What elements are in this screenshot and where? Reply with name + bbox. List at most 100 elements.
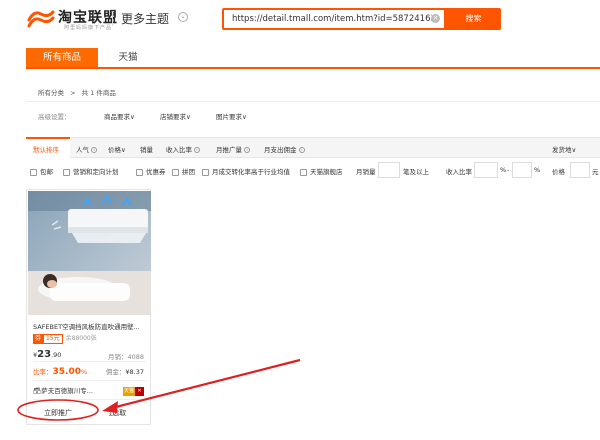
price-label: 价格 bbox=[552, 168, 565, 176]
range-dash: - bbox=[507, 166, 510, 174]
info-icon: i bbox=[194, 147, 200, 153]
checkbox-free-shipping[interactable]: 包邮 bbox=[30, 166, 53, 176]
sort-popularity[interactable]: 人气 i bbox=[76, 144, 97, 154]
tab-tmall[interactable]: 天猫 bbox=[98, 48, 158, 67]
monthly-sales-value: 4088 bbox=[127, 353, 144, 361]
income-ratio-max-input[interactable] bbox=[512, 162, 532, 178]
dropdown-image-requirements[interactable]: 图片要求∨ bbox=[216, 111, 247, 121]
checkbox-label: 包邮 bbox=[40, 168, 53, 176]
sort-monthly-commission-label: 月支出佣金 bbox=[264, 146, 297, 154]
brand-subtitle: 阿里妈妈旗下产品 bbox=[64, 25, 113, 31]
commission-ratio: 比率：35.00% bbox=[33, 366, 87, 377]
commission-value: 8.37 bbox=[129, 368, 144, 376]
tmall-cat-icon: ✕ bbox=[135, 387, 144, 396]
card-divider bbox=[33, 399, 146, 400]
clear-icon[interactable]: × bbox=[431, 14, 440, 23]
ratio-value: 35.00 bbox=[52, 367, 81, 377]
checkbox-box[interactable] bbox=[300, 168, 307, 176]
product-tabs: 所有商品 天猫 bbox=[26, 48, 600, 69]
advanced-filters: 高级设置： 商品要求∨ 店铺要求∨ 图片要求∨ bbox=[26, 107, 600, 125]
checkbox-box[interactable] bbox=[172, 168, 179, 176]
page-title: 更多主题 bbox=[121, 12, 170, 26]
product-title[interactable]: SAFEBET空调挡风板防直吹通用壁... bbox=[33, 321, 146, 331]
header: 淘宝联盟 阿里妈妈旗下产品 更多主题 ⌄ https://detail.tmal… bbox=[0, 0, 600, 36]
store-name[interactable]: 🗃萨夫百德旗川专... bbox=[33, 385, 93, 395]
promote-now-button[interactable]: 立即推广 bbox=[33, 406, 83, 420]
dropdown-store-requirements[interactable]: 店铺要求∨ bbox=[160, 111, 191, 121]
breadcrumb: 所有分类 > 共 1 件商品 bbox=[38, 87, 120, 97]
price-decimal: .90 bbox=[51, 351, 62, 359]
breadcrumb-root[interactable]: 所有分类 bbox=[38, 89, 64, 97]
checkbox-label: 营销和定向计划 bbox=[73, 168, 119, 176]
breadcrumb-separator: > bbox=[70, 89, 76, 97]
checkbox-coupon[interactable]: 优惠券 bbox=[136, 166, 166, 176]
product-card[interactable]: SAFEBET空调挡风板防直吹通用壁... 券 15元 余88000张 ¥23.90… bbox=[26, 189, 151, 425]
coupon-tag: 券 bbox=[33, 334, 44, 344]
product-price: ¥23.90 bbox=[33, 349, 61, 360]
info-icon: i bbox=[244, 147, 250, 153]
store-name-text[interactable]: 萨夫百德旗川专... bbox=[41, 387, 93, 395]
result-count: 共 1 件商品 bbox=[81, 89, 116, 97]
commission-label: 佣金： bbox=[105, 368, 126, 376]
sort-income-ratio-label: 收入比率 bbox=[166, 146, 192, 154]
checkbox-label: 拼团 bbox=[182, 168, 195, 176]
product-image[interactable] bbox=[28, 191, 151, 315]
sort-price[interactable]: 价格∨ bbox=[108, 144, 126, 154]
tab-all-products[interactable]: 所有商品 bbox=[26, 48, 98, 67]
select-label: 选取 bbox=[112, 409, 127, 417]
checkbox-marketing-plan[interactable]: 营销和定向计划 bbox=[63, 166, 119, 176]
store-badges: 天猫 ✕ bbox=[122, 385, 144, 396]
checkbox-conversion-rate[interactable]: 月成交转化率高于行业均值 bbox=[202, 166, 290, 176]
checkbox-label: 天猫旗舰店 bbox=[310, 168, 343, 176]
card-divider bbox=[33, 361, 146, 362]
search-input-value[interactable]: https://detail.tmall.com/item.htm?id=587… bbox=[232, 14, 432, 24]
info-icon: i bbox=[298, 147, 305, 153]
price-min-input[interactable] bbox=[570, 162, 590, 178]
chevron-down-icon[interactable]: ⌄ bbox=[178, 12, 188, 22]
sort-sales[interactable]: 销量 bbox=[140, 144, 153, 154]
sort-monthly-promotion-label: 月推广量 bbox=[216, 146, 242, 154]
income-ratio-label: 收入比率 bbox=[446, 168, 472, 176]
checkbox-box[interactable] bbox=[202, 168, 209, 176]
sort-bar: 默认排序 人气 i 价格∨ 销量 收入比率 i 月推广量 i 月支出佣金 i 发货地∨ bbox=[26, 137, 600, 158]
yuan-label: 元 bbox=[592, 168, 599, 176]
search-button[interactable]: 搜索 bbox=[446, 8, 501, 30]
ratio-unit: % bbox=[80, 368, 88, 376]
search-input[interactable]: https://detail.tmall.com/item.htm?id=587… bbox=[222, 8, 446, 30]
ratio-label: 比率： bbox=[33, 368, 53, 376]
sort-popularity-label: 人气 bbox=[76, 146, 89, 154]
checkbox-box[interactable] bbox=[63, 168, 70, 176]
coupon-badge: 券 15元 余88000张 bbox=[33, 333, 97, 344]
select-button[interactable]: ⤓选取 bbox=[109, 406, 126, 420]
coupon-remaining: 余88000张 bbox=[65, 335, 97, 342]
sort-default[interactable]: 默认排序 bbox=[33, 144, 59, 154]
filter-checkboxes: 包邮 营销和定向计划 优惠券 拼团 月成交转化率高于行业均值 天猫旗舰店 月销量… bbox=[26, 160, 600, 182]
checkbox-label: 月成交转化率高于行业均值 bbox=[212, 168, 290, 176]
taobao-union-logo-icon[interactable] bbox=[26, 8, 56, 30]
monthly-sales-input[interactable] bbox=[378, 162, 400, 178]
dropdown-product-requirements[interactable]: 商品要求∨ bbox=[104, 111, 135, 121]
price-integer: 23 bbox=[37, 349, 52, 360]
card-divider bbox=[33, 380, 146, 381]
checkbox-group-buy[interactable]: 拼团 bbox=[172, 166, 195, 176]
percent-label: % bbox=[500, 166, 507, 174]
header-divider bbox=[112, 12, 113, 26]
sort-monthly-promotion[interactable]: 月推广量 i bbox=[216, 144, 250, 154]
coupon-value: 15元 bbox=[43, 334, 63, 344]
sort-income-ratio[interactable]: 收入比率 i bbox=[166, 144, 200, 154]
monthly-sales: 月销：4088 bbox=[108, 351, 144, 361]
income-ratio-min-input[interactable] bbox=[474, 162, 498, 178]
filter-label: 高级设置： bbox=[38, 113, 71, 121]
checkbox-box[interactable] bbox=[30, 168, 37, 176]
monthly-sales-label: 月销量 bbox=[356, 168, 376, 176]
sort-monthly-commission[interactable]: 月支出佣金 i bbox=[264, 144, 305, 154]
info-icon: i bbox=[91, 147, 97, 153]
ship-from-dropdown[interactable]: 发货地∨ bbox=[552, 144, 576, 154]
tmall-badge: 天猫 bbox=[122, 387, 135, 396]
pen-above-label: 笔及以上 bbox=[403, 168, 429, 176]
commission-amount: 佣金：¥8.37 bbox=[106, 366, 144, 376]
checkbox-label: 优惠券 bbox=[146, 168, 166, 176]
checkbox-tmall-flagship[interactable]: 天猫旗舰店 bbox=[300, 166, 343, 176]
percent-label: % bbox=[534, 166, 541, 174]
checkbox-box[interactable] bbox=[136, 168, 143, 176]
